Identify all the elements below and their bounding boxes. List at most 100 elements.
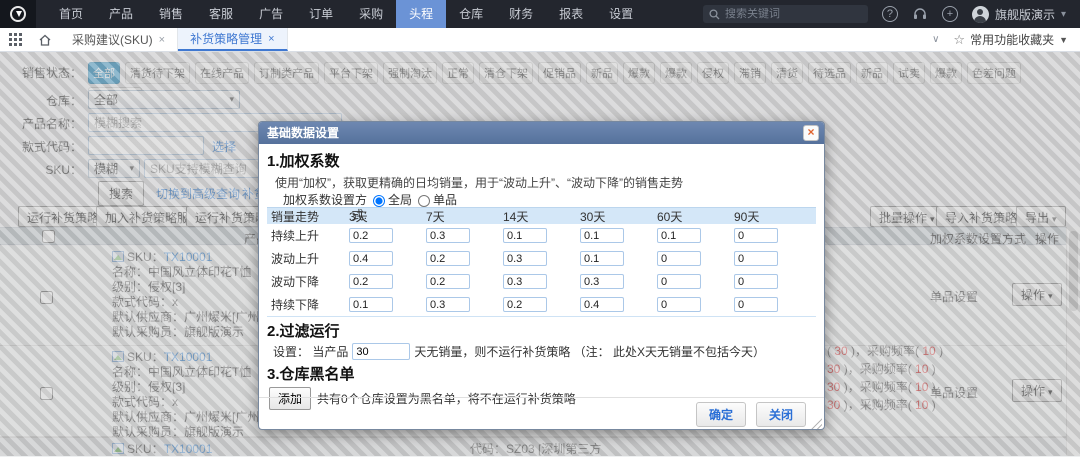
nav-item-8[interactable]: 头程 — [396, 0, 446, 28]
weight-cell — [657, 251, 734, 267]
weight-cell — [503, 228, 580, 244]
nav-item-2[interactable]: 产品 — [96, 0, 146, 28]
apps-grid-icon[interactable] — [0, 28, 30, 51]
weight-input-r4c4[interactable] — [580, 297, 624, 312]
weight-input-r2c4[interactable] — [580, 251, 624, 266]
star-icon: ☆ — [953, 32, 965, 48]
favorites-menu[interactable]: ☆ 常用功能收藏夹 ▼ — [953, 31, 1068, 48]
weight-mode-label: 加权系数设置方式: — [279, 193, 367, 223]
tab-purchase-suggestion[interactable]: 采购建议(SKU) × — [60, 28, 178, 51]
nav-item-9[interactable]: 仓库 — [446, 0, 496, 28]
trend-label: 波动下降 — [267, 273, 349, 290]
weight-input-r3c2[interactable] — [426, 274, 470, 289]
tab-label: 采购建议(SKU) — [72, 31, 153, 48]
weight-input-r2c1[interactable] — [349, 251, 393, 266]
nav-item-11[interactable]: 报表 — [546, 0, 596, 28]
filter-run-suffix: 天无销量，则不运行补货策略 （注： 此处X天无销量不包括今天） — [414, 343, 765, 360]
weight-input-r1c5[interactable] — [657, 228, 701, 243]
weight-cell — [426, 228, 503, 244]
weight-cell — [349, 274, 426, 290]
nav-item-3[interactable]: 销售 — [146, 0, 196, 28]
app-root: { "topnav": { "menu": ["首页","产品","销售","客… — [0, 0, 1080, 456]
close-button[interactable]: 关闭 — [756, 402, 806, 427]
nav-item-4[interactable]: 客服 — [196, 0, 246, 28]
weight-input-r3c1[interactable] — [349, 274, 393, 289]
nav-item-1[interactable]: 首页 — [46, 0, 96, 28]
modal-title[interactable]: 基础数据设置 — [259, 122, 824, 144]
global-search[interactable] — [703, 5, 868, 23]
nav-item-7[interactable]: 采购 — [346, 0, 396, 28]
modal-body: 1.加权系数 使用“加权”，获取更精确的日均销量，用于“波动上升”、“波动下降”… — [259, 144, 824, 431]
trend-label: 波动上升 — [267, 250, 349, 267]
nav-item-12[interactable]: 设置 — [596, 0, 646, 28]
weight-input-r2c5[interactable] — [657, 251, 701, 266]
weight-input-r2c6[interactable] — [734, 251, 778, 266]
navbar-right: ? + 旗舰版演示 ▾ — [703, 5, 1080, 23]
weight-mode-row: 加权系数设置方式: 全局 单品 — [279, 193, 816, 223]
tabbar-right: ∨ ☆ 常用功能收藏夹 ▼ — [932, 28, 1080, 51]
weight-input-r4c2[interactable] — [426, 297, 470, 312]
weight-table-row: 持续上升 — [267, 224, 816, 247]
confirm-button[interactable]: 确定 — [696, 402, 746, 427]
nav-item-6[interactable]: 订单 — [296, 0, 346, 28]
weight-cell — [657, 274, 734, 290]
weight-cell — [734, 228, 811, 244]
weight-input-r1c4[interactable] — [580, 228, 624, 243]
filter-run-prefix: 设置： 当产品 — [273, 343, 348, 360]
weight-input-r3c6[interactable] — [734, 274, 778, 289]
radio-option[interactable]: 单品 — [418, 193, 457, 208]
home-icon[interactable] — [30, 28, 60, 51]
trend-label: 持续上升 — [267, 227, 349, 244]
weight-cell — [580, 297, 657, 313]
weight-input-r2c3[interactable] — [503, 251, 547, 266]
weight-input-r4c6[interactable] — [734, 297, 778, 312]
help-icon[interactable]: ? — [882, 6, 898, 22]
app-logo[interactable] — [0, 0, 36, 28]
weight-cell — [580, 228, 657, 244]
tab-label: 补货策略管理 — [190, 30, 262, 47]
section3-heading: 3.仓库黑名单 — [267, 363, 816, 384]
weight-input-r4c1[interactable] — [349, 297, 393, 312]
nav-item-5[interactable]: 广告 — [246, 0, 296, 28]
radio-option[interactable]: 全局 — [373, 193, 412, 208]
user-menu[interactable]: 旗舰版演示 ▾ — [972, 6, 1066, 23]
radio-icon[interactable] — [373, 195, 385, 207]
weight-input-r2c2[interactable] — [426, 251, 470, 266]
section2-heading: 2.过滤运行 — [267, 320, 816, 341]
weight-input-r3c4[interactable] — [580, 274, 624, 289]
no-sale-days-input[interactable] — [352, 343, 410, 360]
weight-cell — [734, 251, 811, 267]
weight-input-r1c2[interactable] — [426, 228, 470, 243]
weight-input-r4c5[interactable] — [657, 297, 701, 312]
weight-input-r4c3[interactable] — [503, 297, 547, 312]
weight-cell — [580, 251, 657, 267]
favorites-label: 常用功能收藏夹 — [970, 31, 1054, 48]
close-icon[interactable]: × — [159, 34, 165, 46]
search-icon — [709, 9, 720, 20]
chevron-down-icon: ▾ — [1061, 9, 1066, 20]
filter-run-line: 设置： 当产品 天无销量，则不运行补货策略 （注： 此处X天无销量不包括今天） — [273, 343, 816, 360]
weight-cell — [426, 251, 503, 267]
tab-restock-strategy[interactable]: 补货策略管理 × — [178, 28, 287, 51]
close-icon[interactable]: × — [268, 33, 274, 45]
weight-input-r1c6[interactable] — [734, 228, 778, 243]
weight-cell — [503, 251, 580, 267]
radio-label: 全局 — [388, 193, 412, 208]
weight-table-row: 波动上升 — [267, 247, 816, 270]
weight-cell — [349, 228, 426, 244]
headset-icon[interactable] — [912, 6, 928, 22]
weight-input-r1c1[interactable] — [349, 228, 393, 243]
modal-close-button[interactable]: × — [803, 125, 819, 141]
weight-cell — [503, 297, 580, 313]
weight-input-r3c5[interactable] — [657, 274, 701, 289]
nav-item-10[interactable]: 财务 — [496, 0, 546, 28]
circle-plus-icon[interactable]: + — [942, 6, 958, 22]
radio-icon[interactable] — [418, 195, 430, 207]
collapse-chevron-icon[interactable]: ∨ — [932, 34, 939, 45]
weight-cell — [426, 297, 503, 313]
weight-cell — [349, 297, 426, 313]
search-input[interactable] — [725, 8, 845, 20]
weight-input-r1c3[interactable] — [503, 228, 547, 243]
weight-input-r3c3[interactable] — [503, 274, 547, 289]
radio-label: 单品 — [433, 193, 457, 208]
